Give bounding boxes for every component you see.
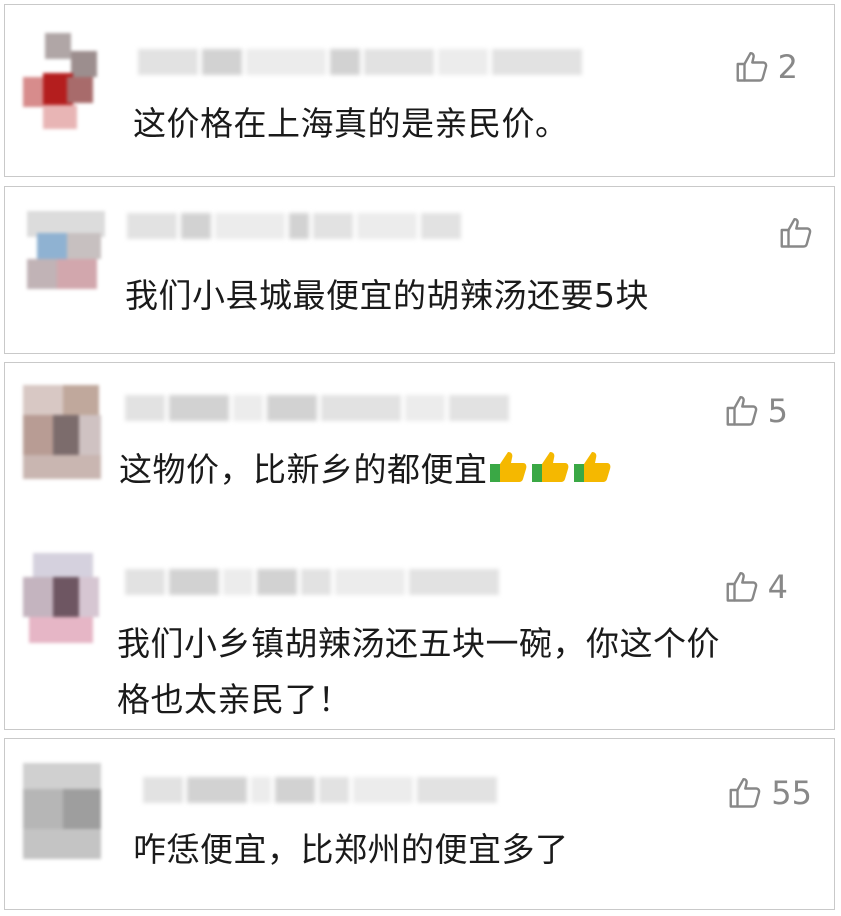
comment-card: 我们小县城最便宜的胡辣汤还要5块 [4, 186, 835, 354]
thumbs-up-icon [531, 452, 568, 482]
comment-text: 这价格在上海真的是亲民价。 [133, 104, 569, 143]
comment-text: 我们小乡镇胡辣汤还五块一碗，你这个价 [117, 624, 720, 663]
comment-text: 这物价，比新乡的都便宜 [119, 445, 614, 495]
like-button[interactable] [778, 213, 822, 253]
thumbs-up-outline-icon [726, 572, 757, 602]
avatar[interactable] [23, 763, 101, 861]
avatar[interactable] [27, 211, 105, 309]
like-count: 55 [771, 774, 812, 812]
like-count: 5 [767, 392, 788, 430]
thumbs-up-outline-icon [780, 218, 812, 248]
avatar[interactable] [23, 385, 101, 483]
like-button[interactable]: 4 [724, 567, 788, 607]
thumbs-up-icon [573, 452, 610, 482]
comment-text: 咋恁便宜，比郑州的便宜多了 [133, 830, 569, 869]
thumbs-up-outline-icon [729, 778, 761, 808]
like-button[interactable]: 55 [727, 773, 812, 813]
like-button[interactable]: 5 [724, 391, 788, 431]
avatar[interactable] [23, 33, 101, 131]
thumbs-up-outline-icon [736, 52, 767, 82]
comment-card: 这价格在上海真的是亲民价。 2 [4, 4, 835, 177]
username-blurred[interactable] [138, 49, 582, 75]
username-blurred[interactable] [125, 569, 499, 595]
thumbs-up-icon [489, 452, 526, 482]
username-blurred[interactable] [143, 777, 497, 803]
avatar[interactable] [23, 553, 101, 651]
like-count: 2 [777, 48, 798, 86]
like-count: 4 [767, 568, 788, 606]
username-blurred[interactable] [125, 395, 509, 421]
username-blurred[interactable] [127, 213, 461, 239]
thumbs-up-outline-icon [726, 396, 757, 426]
comment-text: 我们小县城最便宜的胡辣汤还要5块 [125, 276, 649, 315]
comment-card: 这物价，比新乡的都便宜 5 我们小乡镇胡辣汤还五块一碗，你这个价 格也太亲民了！… [4, 362, 835, 730]
comment-card: 咋恁便宜，比郑州的便宜多了 55 [4, 738, 835, 910]
comment-text: 格也太亲民了！ [117, 680, 352, 719]
like-button[interactable]: 2 [734, 47, 798, 87]
